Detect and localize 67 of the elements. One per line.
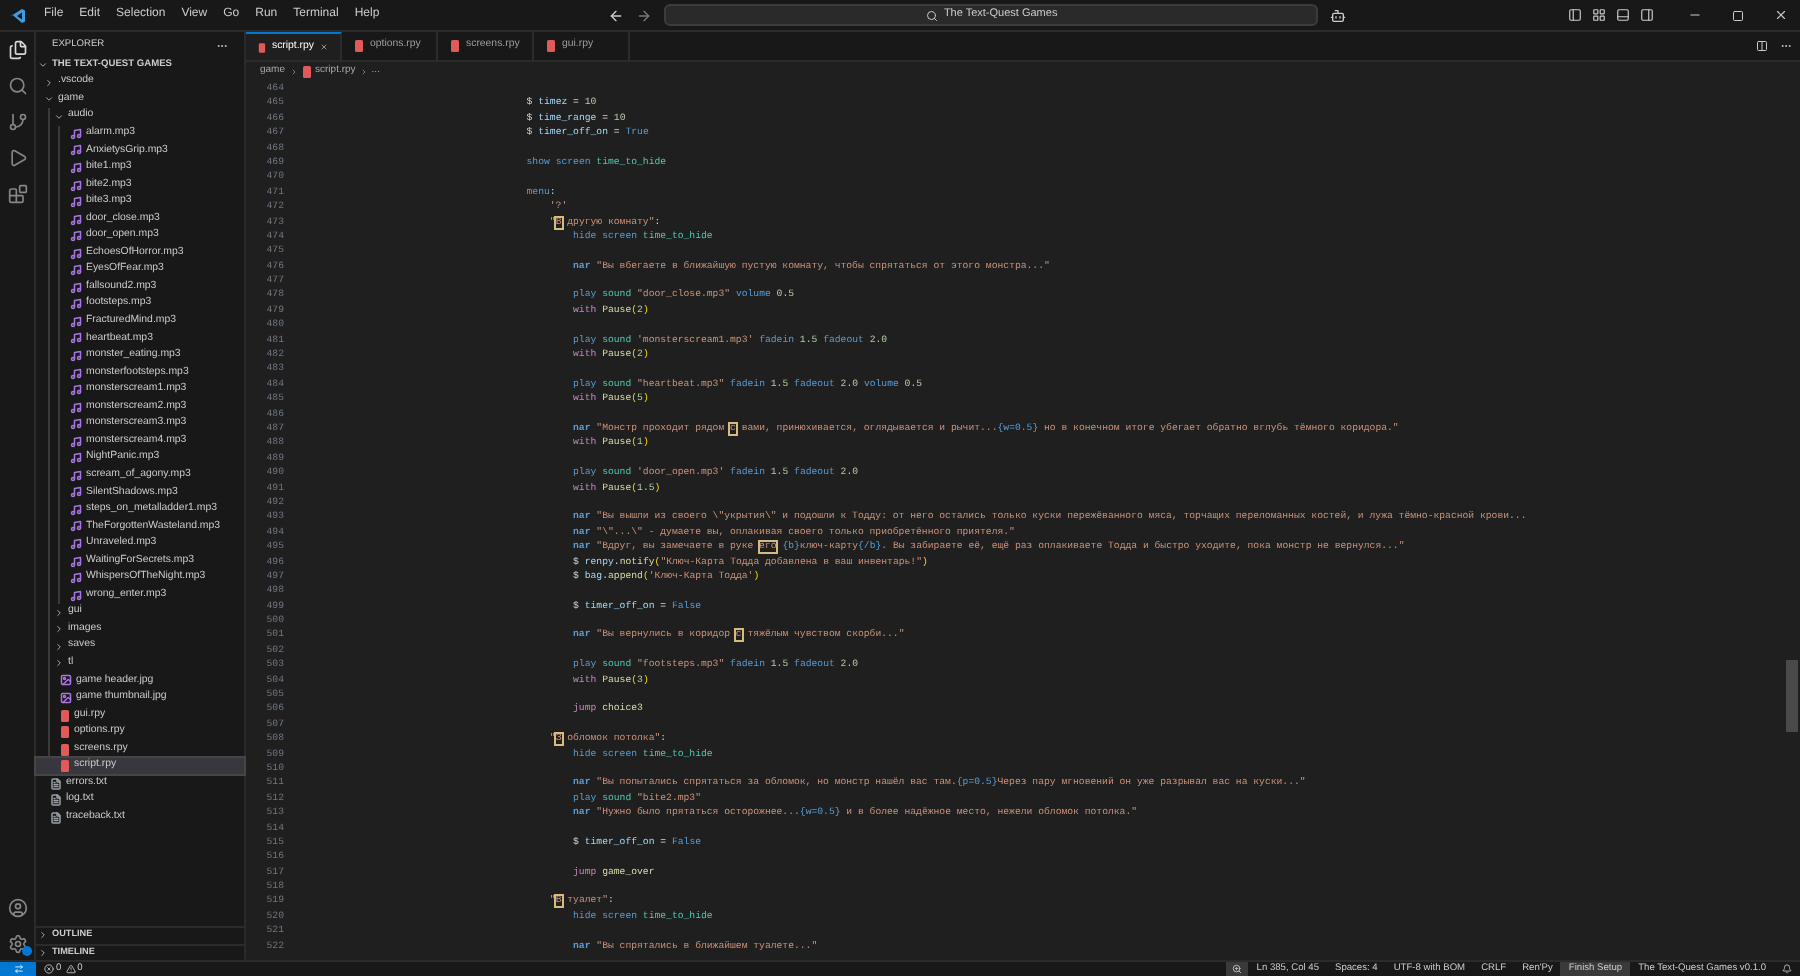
layout-icon[interactable] [1592, 8, 1606, 22]
music-icon [70, 144, 82, 157]
music-icon [70, 452, 82, 465]
music-icon [70, 401, 82, 414]
file-icon [258, 41, 266, 53]
account-icon[interactable] [7, 898, 27, 918]
music-icon [70, 350, 82, 363]
file-icon [450, 40, 460, 52]
search-icon[interactable] [7, 76, 27, 96]
music-icon [70, 315, 82, 328]
notification-badge [21, 946, 31, 956]
music-icon [70, 298, 82, 311]
toggle-sidebar-icon[interactable] [1568, 8, 1582, 22]
music-icon [70, 367, 82, 380]
music-icon [70, 435, 82, 448]
text-file-icon [50, 777, 62, 790]
music-icon [70, 196, 82, 209]
music-icon [70, 572, 82, 585]
toggle-panel-icon[interactable] [1616, 8, 1630, 22]
extensions-icon[interactable] [7, 184, 27, 204]
file-icon [301, 65, 312, 77]
image-icon [60, 674, 72, 687]
maximize-icon[interactable] [1732, 9, 1744, 21]
search-icon [925, 9, 938, 21]
music-icon [70, 555, 82, 568]
music-icon [70, 281, 82, 294]
back-icon[interactable] [608, 7, 625, 23]
text-file-icon [50, 811, 62, 824]
music-icon [70, 469, 82, 482]
music-icon [70, 264, 82, 277]
chevron-down-icon [38, 60, 48, 70]
music-icon [70, 384, 82, 397]
zoom-button[interactable] [1226, 962, 1249, 976]
source-control-icon[interactable] [7, 112, 27, 132]
music-icon [70, 589, 82, 602]
scrollbar-thumb[interactable] [1786, 660, 1798, 732]
music-icon [70, 332, 82, 345]
toggle-secondary-sidebar-icon[interactable] [1640, 8, 1654, 22]
zoom-icon [1232, 964, 1243, 974]
remote-icon [13, 964, 23, 974]
run-debug-icon[interactable] [7, 148, 27, 168]
file-icon [546, 40, 556, 52]
music-icon [70, 503, 82, 516]
music-icon [70, 162, 82, 174]
settings-icon[interactable] [7, 934, 27, 954]
split-editor-icon[interactable] [1756, 40, 1768, 52]
notifications-icon[interactable] [1782, 964, 1792, 974]
music-icon [70, 486, 82, 499]
music-icon [70, 520, 82, 533]
music-icon [70, 179, 82, 192]
warning-icon [65, 964, 76, 974]
file-icon [354, 40, 364, 52]
app-logo-icon [10, 7, 26, 23]
text-file-icon [50, 794, 62, 807]
music-icon [70, 230, 82, 243]
error-icon [44, 964, 54, 974]
minimize-icon[interactable] [1688, 8, 1702, 22]
music-icon [70, 538, 82, 551]
music-icon [70, 213, 82, 226]
close-icon[interactable] [1774, 8, 1788, 22]
music-icon [70, 418, 82, 431]
forward-icon[interactable] [636, 7, 653, 23]
chevron-right-icon [44, 77, 54, 88]
music-icon [70, 247, 82, 260]
music-icon [70, 127, 82, 140]
image-icon [60, 691, 72, 704]
explorer-icon[interactable] [7, 40, 27, 60]
